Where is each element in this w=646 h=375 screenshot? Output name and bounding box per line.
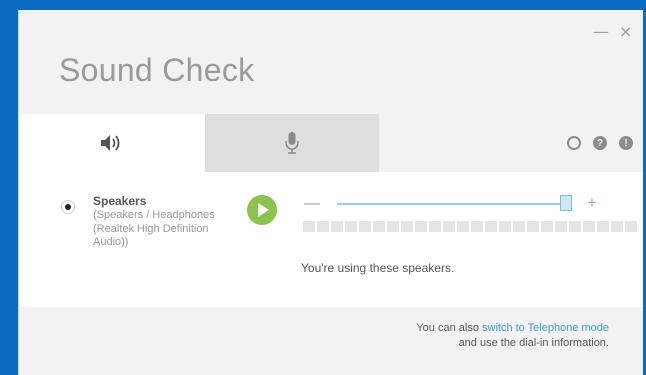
speaker-icon (101, 135, 120, 151)
meter-segment (317, 221, 329, 232)
info-icon[interactable]: ! (619, 136, 633, 150)
meter-segment (415, 221, 427, 232)
settings-icon[interactable] (567, 136, 581, 150)
volume-down-button[interactable]: — (304, 196, 320, 212)
audio-level-meter (303, 221, 637, 232)
meter-segment (555, 221, 567, 232)
footer-text: You can also switch to Telephone mode an… (416, 321, 609, 351)
device-name: Speakers (93, 194, 147, 208)
toolbar-icons: ? ! (567, 114, 633, 172)
device-radio[interactable] (61, 200, 75, 214)
volume-slider[interactable] (337, 203, 571, 205)
close-button[interactable]: × (619, 24, 632, 40)
tab-bar: ? ! (19, 114, 643, 172)
footer-line-2: and use the dial-in information. (458, 337, 609, 349)
meter-segment (611, 221, 623, 232)
play-icon (258, 203, 269, 217)
window-title: Sound Check (59, 52, 255, 88)
tab-microphone[interactable] (205, 114, 379, 172)
meter-segment (541, 221, 553, 232)
meter-segment (625, 221, 637, 232)
tab-speakers[interactable] (19, 114, 205, 172)
title-bar: Sound Check — × (19, 10, 643, 110)
microphone-icon (285, 132, 299, 154)
meter-segment (485, 221, 497, 232)
meter-segment (499, 221, 511, 232)
meter-segment (457, 221, 469, 232)
help-icon[interactable]: ? (593, 136, 607, 150)
meter-segment (443, 221, 455, 232)
meter-segment (471, 221, 483, 232)
meter-segment (429, 221, 441, 232)
meter-segment (359, 221, 371, 232)
meter-segment (569, 221, 581, 232)
meter-segment (373, 221, 385, 232)
volume-slider-thumb[interactable] (560, 195, 573, 211)
play-test-sound-button[interactable] (247, 195, 277, 225)
device-panel: Speakers (Speakers / Headphones (Realtek… (19, 172, 643, 307)
sound-check-window: Sound Check — × ? ! Speakers (Speakers /… (18, 10, 643, 375)
meter-segment (303, 221, 315, 232)
telephone-mode-link[interactable]: switch to Telephone mode (482, 322, 609, 334)
meter-segment (345, 221, 357, 232)
meter-segment (597, 221, 609, 232)
device-description: (Speakers / Headphones (Realtek High Def… (93, 209, 215, 248)
footer-prefix: You can also (416, 322, 482, 334)
meter-segment (331, 221, 343, 232)
minimize-button[interactable]: — (593, 24, 609, 40)
meter-segment (527, 221, 539, 232)
volume-up-button[interactable]: + (587, 194, 597, 211)
meter-segment (401, 221, 413, 232)
meter-segment (513, 221, 525, 232)
meter-segment (387, 221, 399, 232)
meter-segment (583, 221, 595, 232)
status-text: You're using these speakers. (301, 261, 455, 275)
footer-line-1: You can also switch to Telephone mode (416, 321, 609, 336)
